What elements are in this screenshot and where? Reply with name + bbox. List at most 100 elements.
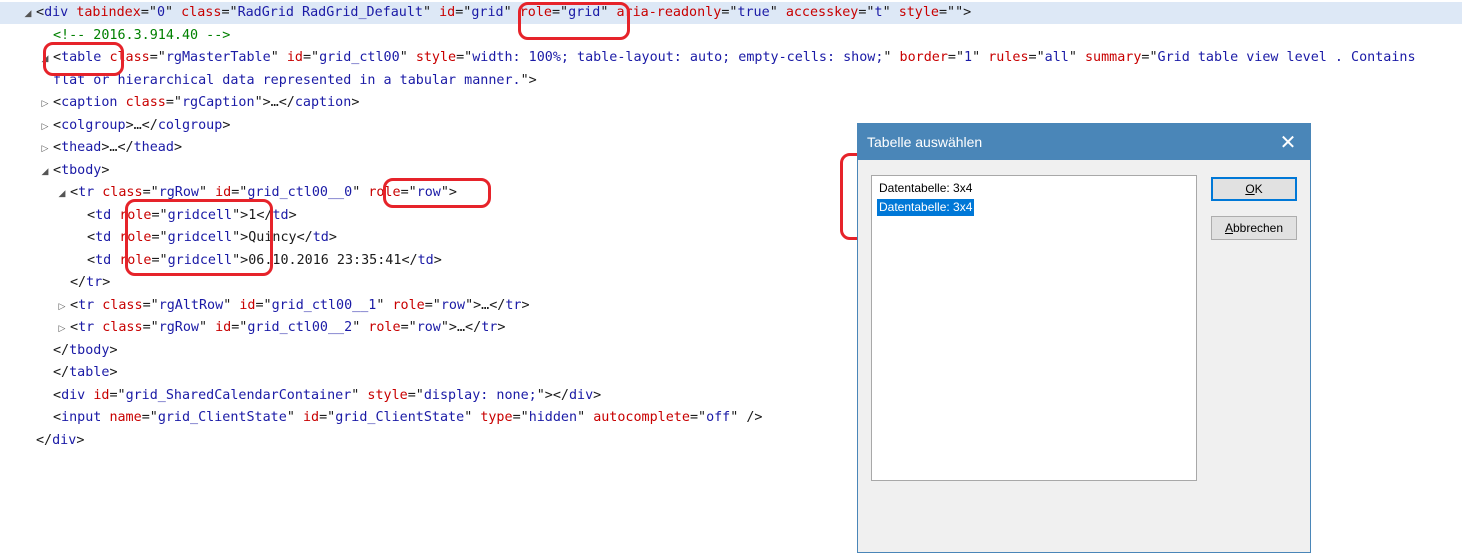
dialog-titlebar[interactable]: Tabelle auswählen ✕: [858, 124, 1310, 160]
token-attr: id: [286, 50, 303, 65]
tree-node[interactable]: ▷ <colgroup>…</colgroup>: [0, 115, 231, 138]
token-tag: tr: [78, 320, 95, 335]
tree-node[interactable]: flat or hierarchical data represented in…: [0, 70, 537, 92]
token-punc: =": [141, 410, 158, 425]
tree-node[interactable]: ▷ <thead>…</thead>: [0, 137, 182, 159]
token-punc: </: [256, 207, 273, 223]
token-punc: <: [70, 297, 79, 313]
table-listbox[interactable]: Datentabelle: 3x4 Datentabelle: 3x4: [871, 175, 1197, 481]
token-punc: >: [109, 342, 118, 358]
tree-node[interactable]: ◢ <tr class="rgRow" id="grid_ctl00__0" ro…: [0, 182, 457, 204]
list-item-table-1[interactable]: Datentabelle: 3x4: [877, 180, 974, 197]
token-punc: =": [151, 252, 168, 268]
tree-node[interactable]: ◢ <table class="rgMasterTable" id="grid_c…: [0, 47, 1416, 69]
token-attr: role: [368, 320, 401, 335]
token-punc: =": [142, 297, 159, 313]
token-attr: role: [368, 185, 401, 200]
token-val: flat or hierarchical data represented in…: [53, 72, 521, 88]
token-punc: ">…</: [465, 297, 506, 313]
tree-node[interactable]: <!-- 2016.3.914.40 -->: [0, 25, 230, 47]
token-punc: =": [255, 297, 272, 313]
token-punc: >…</: [125, 117, 158, 133]
tree-node[interactable]: </tr>: [0, 272, 110, 294]
token-val: t: [874, 5, 883, 20]
tree-node[interactable]: </table>: [0, 362, 118, 384]
select-table-dialog: Tabelle auswählen ✕ Datentabelle: 3x4 Da…: [857, 123, 1311, 553]
tree-node[interactable]: <td role="gridcell">06.10.2016 23:35:41<…: [0, 250, 442, 272]
token-attr: id: [439, 5, 456, 20]
tree-node[interactable]: ▷ <caption class="rgCaption">…</caption>: [0, 92, 360, 115]
token-punc: " />: [730, 410, 763, 425]
token-punc: =": [455, 5, 472, 20]
token-val: grid: [568, 5, 601, 20]
token-attr: id: [93, 387, 110, 403]
collapsed-triangle-icon[interactable]: ▷: [54, 296, 70, 318]
tree-node[interactable]: ▷ <tr class="rgAltRow" id="grid_ctl00__1"…: [0, 295, 530, 317]
tree-node[interactable]: <td role="gridcell">Quincy</td>: [0, 227, 337, 249]
token-punc: =": [302, 50, 320, 65]
token-punc: >: [76, 432, 85, 448]
list-item-table-2[interactable]: Datentabelle: 3x4: [877, 199, 975, 216]
token-punc: </: [401, 252, 418, 268]
token-val: grid_ClientState: [335, 410, 465, 425]
token-punc: ": [1068, 50, 1085, 65]
tree-node[interactable]: <div id="grid_SharedCalendarContainer" s…: [0, 385, 601, 407]
token-tag: tr: [481, 320, 498, 335]
token-attr: style: [898, 5, 939, 20]
token-attr: type: [480, 410, 513, 425]
ok-button[interactable]: OK: [1211, 177, 1297, 201]
token-val: grid_SharedCalendarContainer: [125, 387, 352, 403]
token-punc: =": [142, 320, 159, 335]
token-attr: class: [102, 320, 143, 335]
collapsed-triangle-icon[interactable]: ▷: [54, 318, 70, 340]
tree-node[interactable]: ◢ <div tabindex="0" class="RadGrid RadGri…: [0, 2, 1462, 24]
token-punc: "></: [536, 387, 569, 403]
token-punc: <: [53, 50, 62, 65]
tree-node[interactable]: </div>: [0, 430, 84, 452]
token-val: 1: [964, 50, 973, 65]
token-punc: >: [593, 387, 602, 403]
token-punc: =": [109, 387, 126, 403]
collapsed-triangle-icon[interactable]: ▷: [37, 116, 53, 138]
tree-node[interactable]: <td role="gridcell">1</td>: [0, 205, 297, 227]
expanded-triangle-icon[interactable]: ◢: [20, 3, 36, 25]
token-punc: ": [882, 5, 899, 20]
token-punc: <: [53, 387, 62, 403]
expanded-triangle-icon[interactable]: ◢: [37, 48, 53, 70]
tree-node[interactable]: ▷ <tr class="rgRow" id="grid_ctl00__2" ro…: [0, 317, 506, 340]
collapsed-triangle-icon[interactable]: ▷: [37, 138, 53, 160]
token-punc: >: [173, 140, 182, 155]
token-punc: ": [399, 50, 416, 65]
token-punc: ": [352, 320, 369, 335]
token-punc: >: [433, 252, 442, 268]
token-punc: >…</: [101, 140, 134, 155]
token-punc: =": [165, 95, 182, 110]
token-tag: div: [568, 387, 594, 403]
expanded-triangle-icon[interactable]: ◢: [37, 161, 53, 183]
token-punc: ">: [440, 185, 457, 200]
tree-node[interactable]: </tbody>: [0, 340, 118, 362]
token-val: gridcell: [167, 230, 233, 245]
token-tag: tr: [78, 297, 95, 313]
token-punc: =": [858, 5, 875, 20]
token-punc: =": [456, 50, 473, 65]
expanded-triangle-icon[interactable]: ◢: [54, 183, 70, 205]
token-punc: <: [53, 140, 62, 155]
token-val: display: none;: [423, 387, 537, 403]
token-tag: colgroup: [61, 117, 126, 133]
close-icon[interactable]: ✕: [1274, 128, 1302, 156]
token-punc: >: [222, 117, 231, 133]
token-punc: ": [883, 50, 900, 65]
token-punc: <: [87, 230, 96, 245]
token-attr: tabindex: [76, 5, 141, 20]
token-punc: =": [231, 320, 248, 335]
collapsed-triangle-icon[interactable]: ▷: [37, 93, 53, 115]
token-val: row: [416, 185, 441, 200]
token-attr: id: [239, 297, 256, 313]
token-punc: >: [288, 207, 297, 223]
tree-node[interactable]: <input name="grid_ClientState" id="grid_…: [0, 407, 763, 429]
cancel-button[interactable]: Abbrechen: [1211, 216, 1297, 240]
token-punc: <: [53, 95, 62, 110]
tree-node[interactable]: ◢ <tbody>: [0, 160, 110, 183]
